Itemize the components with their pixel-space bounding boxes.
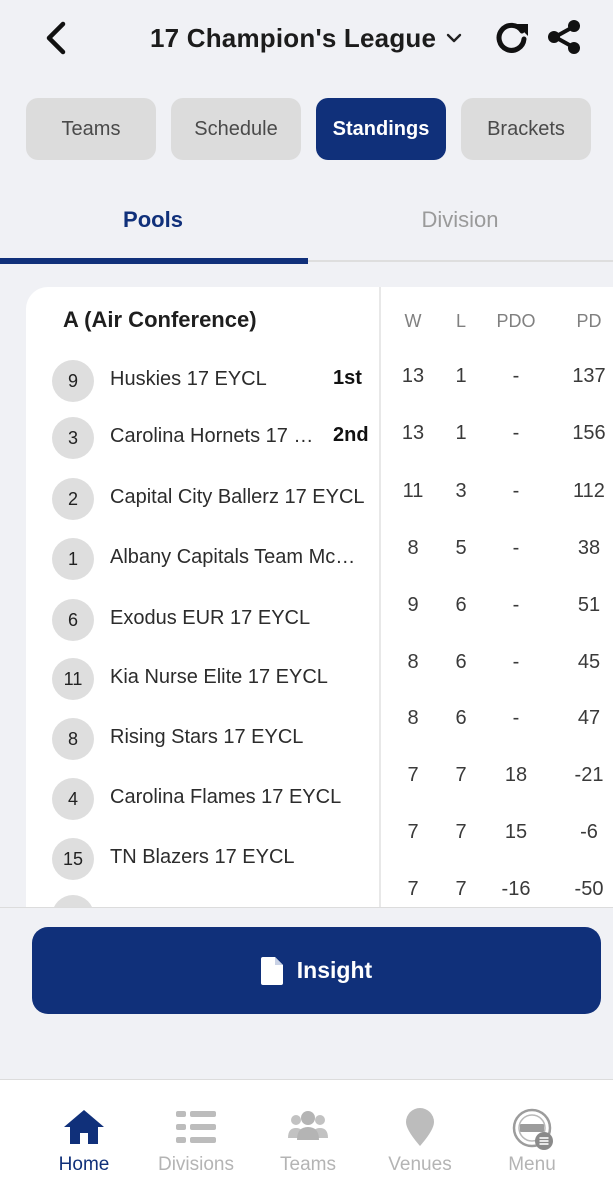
column-header-pd: PD (576, 311, 602, 331)
page-title: 17 Champion's League (150, 22, 437, 53)
nav-divisions[interactable]: Divisions (141, 1108, 251, 1176)
standings-subtabs: Pools Division (0, 180, 613, 264)
seed-badge: 11 (52, 658, 94, 700)
seed-badge: 6 (52, 599, 94, 641)
top-app-bar: 17 Champion's League (0, 0, 613, 80)
nav-divisions-label: Divisions (157, 1154, 235, 1175)
seed-badge: 8 (52, 718, 94, 760)
tab-divider (308, 260, 613, 262)
section-tabs: Teams Schedule Standings Brackets (26, 98, 591, 160)
stat-l: 3 (455, 480, 467, 502)
divisions-icon (176, 1111, 216, 1143)
team-name[interactable]: Carolina Flames 17 EYCL (110, 786, 341, 809)
chevron-left-icon (46, 21, 66, 55)
seed-badge (52, 895, 94, 907)
seed-badge: 1 (52, 538, 94, 580)
nav-menu[interactable]: Menu (477, 1108, 587, 1176)
stat-pdo: - (512, 707, 520, 729)
stat-l: 1 (455, 422, 467, 444)
stat-pdo: - (512, 480, 520, 502)
stat-pd: 45 (577, 651, 601, 673)
stat-l: 7 (455, 878, 467, 900)
stat-pd: 156 (572, 422, 606, 444)
stat-pd: 51 (577, 594, 601, 616)
subtab-division[interactable]: Division (307, 180, 613, 260)
share-icon (548, 20, 580, 54)
insight-button[interactable]: Insight (32, 927, 601, 1014)
stat-l: 6 (455, 594, 467, 616)
stat-pdo: - (512, 651, 520, 673)
team-name[interactable]: Huskies 17 EYCL (110, 368, 267, 391)
nav-venues-label: Venues (388, 1154, 452, 1175)
nav-menu-label: Menu (508, 1154, 556, 1175)
stat-pd: -50 (574, 878, 604, 900)
column-header-l: L (455, 311, 466, 331)
stat-pd: 38 (577, 537, 601, 559)
stat-pdo: - (512, 537, 520, 559)
nav-venues[interactable]: Venues (365, 1108, 475, 1176)
team-name[interactable]: Carolina Hornets 17 … (110, 425, 313, 448)
tab-brackets[interactable]: Brackets (461, 98, 591, 160)
team-name[interactable]: TN Blazers 17 EYCL (110, 846, 295, 869)
refresh-icon (496, 22, 528, 53)
stat-pdo: - (512, 594, 520, 616)
team-name[interactable]: Exodus EUR 17 EYCL (110, 607, 310, 630)
home-icon (64, 1110, 104, 1144)
stat-pdo: -16 (501, 878, 531, 900)
stat-l: 1 (455, 365, 467, 387)
eybl-menu-icon (512, 1108, 553, 1150)
standings-table[interactable]: A (Air Conference) W L PDO PD 9 Huskies 1… (26, 287, 613, 907)
team-name[interactable]: Kia Nurse Elite 17 EYCL (110, 666, 328, 689)
stat-pd: 47 (577, 707, 601, 729)
teams-icon (288, 1111, 328, 1140)
stat-pdo: 15 (504, 821, 528, 843)
stat-pdo: 18 (504, 764, 528, 786)
stat-l: 6 (455, 707, 467, 729)
share-button[interactable] (545, 18, 583, 56)
stat-pdo: - (512, 422, 520, 444)
venue-pin-icon (406, 1108, 434, 1146)
stat-pd: -21 (574, 764, 604, 786)
column-header-pdo: PDO (496, 311, 536, 331)
back-button[interactable] (38, 18, 74, 58)
stat-pd: 137 (572, 365, 606, 387)
stat-pdo: - (512, 365, 520, 387)
stat-l: 7 (455, 821, 467, 843)
tab-standings[interactable]: Standings (316, 98, 446, 160)
team-name[interactable]: Albany Capitals Team Mc… (110, 546, 355, 569)
seed-badge: 9 (52, 360, 94, 402)
seed-badge: 2 (52, 478, 94, 520)
active-tab-indicator (0, 258, 308, 264)
placement-label: 1st (333, 367, 362, 389)
tab-schedule[interactable]: Schedule (171, 98, 301, 160)
refresh-button[interactable] (493, 18, 531, 56)
team-name[interactable]: Capital City Ballerz 17 EYCL (110, 486, 365, 509)
insight-label: Insight (296, 957, 373, 983)
nav-home-label: Home (58, 1154, 110, 1175)
stat-l: 6 (455, 651, 467, 673)
stat-l: 7 (455, 764, 467, 786)
tab-teams[interactable]: Teams (26, 98, 156, 160)
subtab-pools[interactable]: Pools (0, 180, 306, 260)
stat-pd: -6 (580, 821, 598, 843)
stat-pd: 112 (573, 480, 605, 502)
bottom-navigation: Home Divisions Teams Venues Menu (0, 1079, 613, 1200)
nav-home[interactable]: Home (29, 1108, 139, 1176)
seed-badge: 4 (52, 778, 94, 820)
chevron-down-icon (446, 33, 462, 43)
event-selector[interactable]: 17 Champion's League (150, 20, 462, 56)
seed-badge: 3 (52, 417, 94, 459)
nav-teams-label: Teams (280, 1154, 336, 1175)
nav-teams[interactable]: Teams (253, 1108, 363, 1176)
pool-title: A (Air Conference) (63, 307, 257, 332)
document-icon (260, 956, 283, 985)
seed-badge: 15 (52, 838, 94, 880)
team-name[interactable]: Rising Stars 17 EYCL (110, 726, 303, 749)
stat-l: 5 (455, 537, 467, 559)
placement-label: 2nd (333, 424, 369, 446)
